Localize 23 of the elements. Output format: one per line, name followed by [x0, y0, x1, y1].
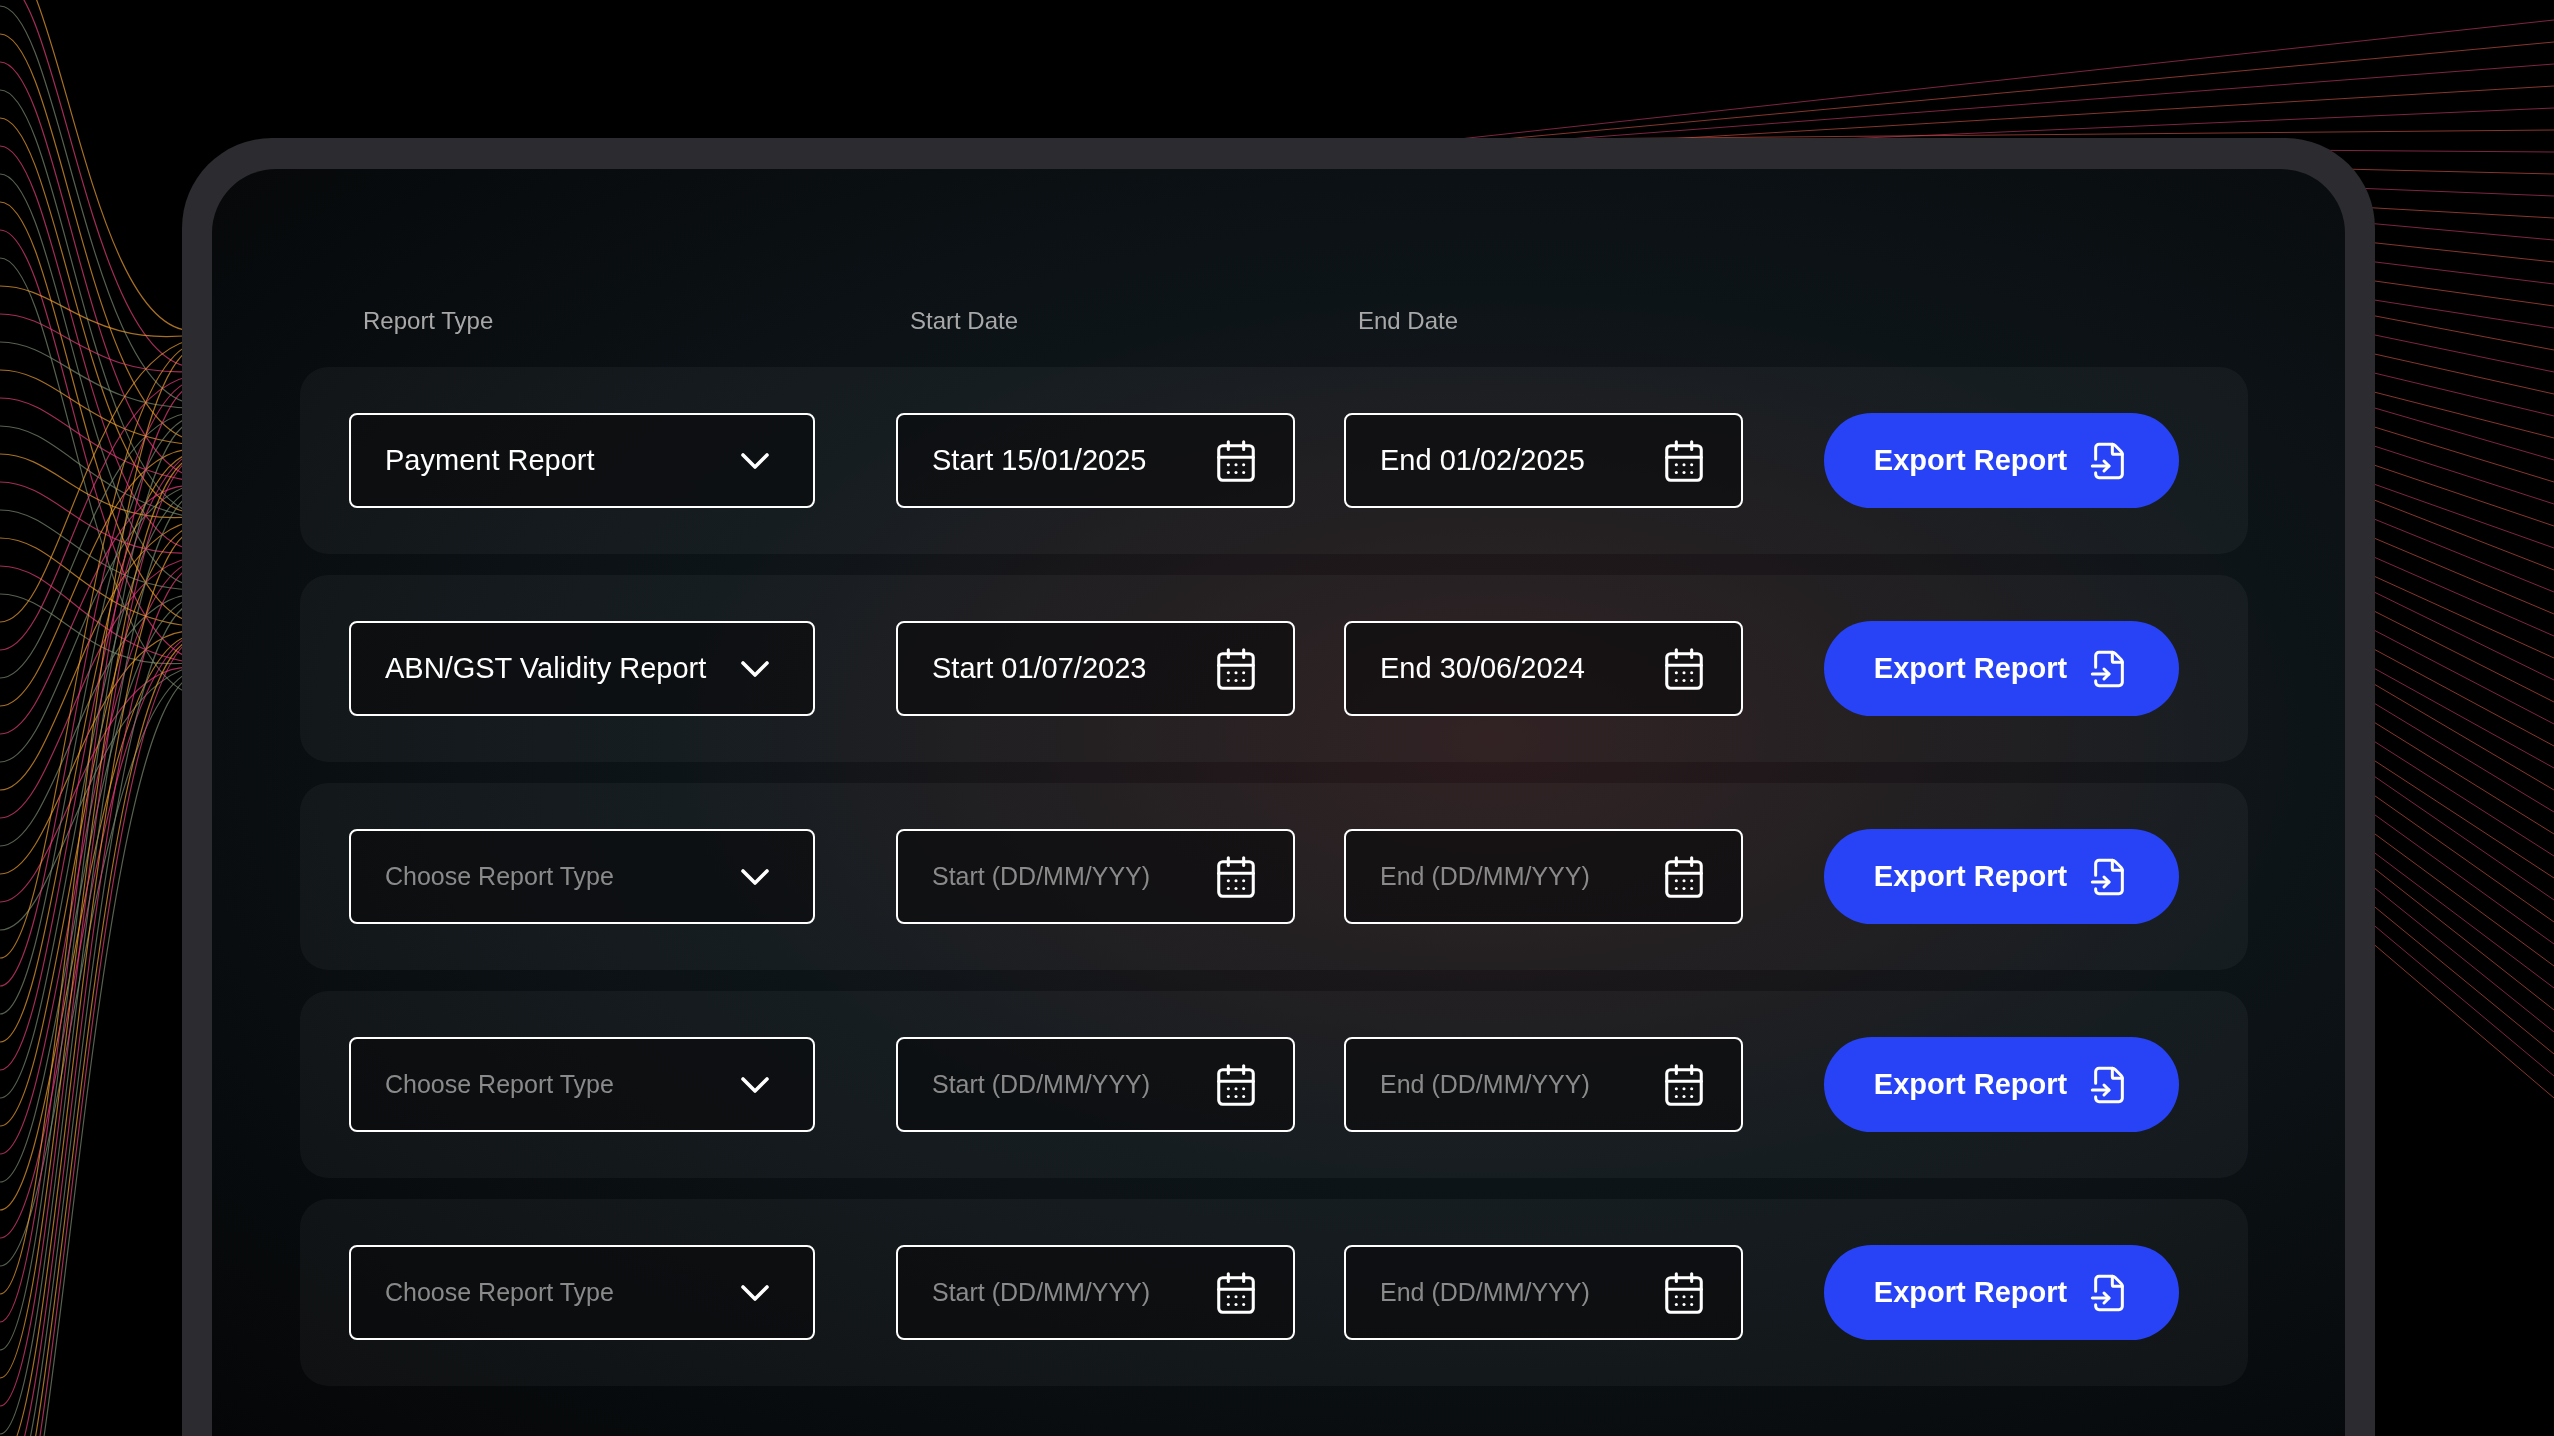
end-date-field[interactable]: End 30/06/2024 [1344, 621, 1743, 716]
export-report-button[interactable]: Export Report [1824, 1037, 2179, 1132]
report-type-select[interactable]: Payment Report [349, 413, 815, 508]
column-header: Report Type [363, 306, 495, 336]
start-date-field[interactable]: Start (DD/MM/YYY) [896, 1245, 1295, 1340]
end-date-field[interactable]: End (DD/MM/YYY) [1344, 1245, 1743, 1340]
start-date-field[interactable]: Start (DD/MM/YYY) [896, 829, 1295, 924]
end-date-field[interactable]: End (DD/MM/YYY) [1344, 1037, 1743, 1132]
column-header: Start Date [910, 306, 1020, 336]
start-date-field[interactable]: Start 01/07/2023 [896, 621, 1295, 716]
column-header: End Date [1358, 306, 1459, 336]
export-report-button[interactable]: Export Report [1824, 621, 2179, 716]
export-report-button[interactable]: Export Report [1824, 1245, 2179, 1340]
report-type-select[interactable]: Choose Report Type [349, 1245, 815, 1340]
end-date-field[interactable]: End (DD/MM/YYY) [1344, 829, 1743, 924]
start-date-field[interactable]: Start (DD/MM/YYY) [896, 1037, 1295, 1132]
end-date-field[interactable]: End 01/02/2025 [1344, 413, 1743, 508]
start-date-field[interactable]: Start 15/01/2025 [896, 413, 1295, 508]
report-type-select[interactable]: Choose Report Type [349, 1037, 815, 1132]
report-type-select[interactable]: ABN/GST Validity Report [349, 621, 815, 716]
export-report-button[interactable]: Export Report [1824, 829, 2179, 924]
report-type-select[interactable]: Choose Report Type [349, 829, 815, 924]
export-report-button[interactable]: Export Report [1824, 413, 2179, 508]
